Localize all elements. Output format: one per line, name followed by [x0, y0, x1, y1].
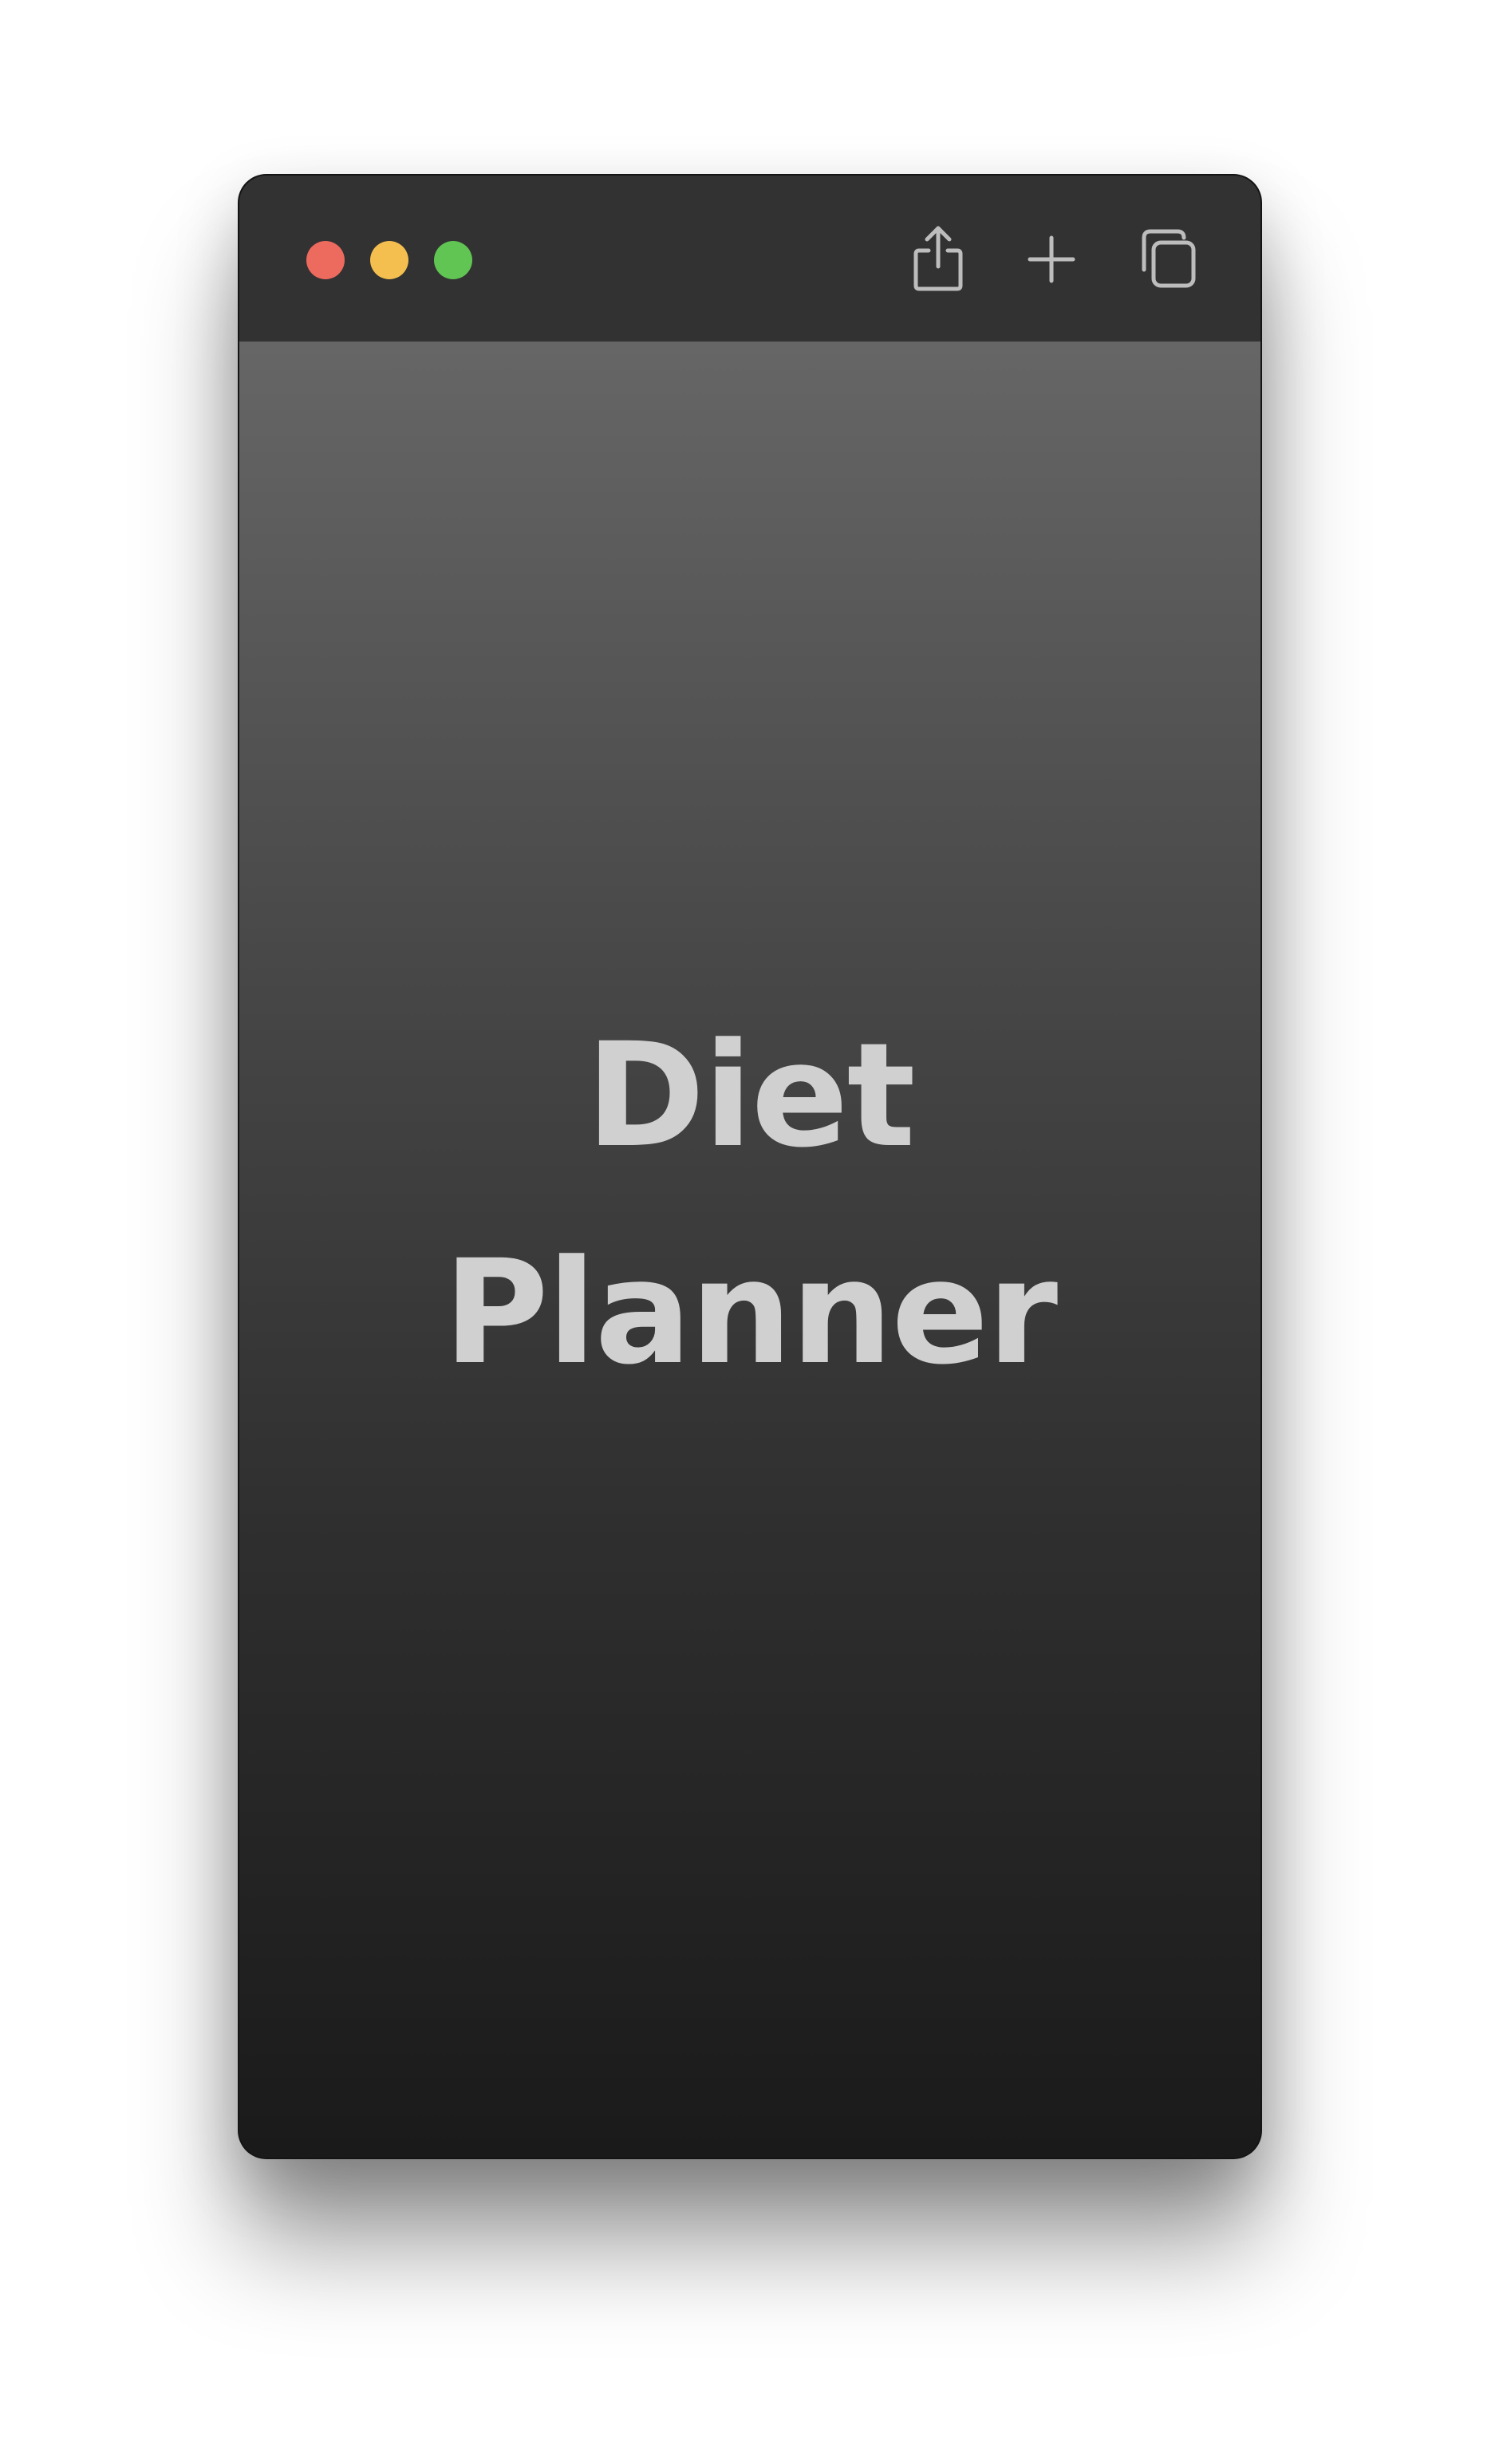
title-line-1: Diet — [586, 1013, 915, 1179]
title-line-2: Planner — [443, 1230, 1058, 1396]
share-icon — [913, 226, 963, 291]
tabs-overview-button[interactable] — [1128, 220, 1205, 297]
app-title: Diet Planner — [239, 988, 1260, 1422]
new-tab-button[interactable] — [1013, 220, 1090, 297]
close-window-button[interactable] — [306, 241, 345, 279]
content-area: Diet Planner — [239, 342, 1260, 2158]
minimize-window-button[interactable] — [370, 241, 408, 279]
plus-icon — [1028, 235, 1075, 283]
tabs-overview-icon — [1142, 229, 1196, 288]
share-button[interactable] — [900, 220, 976, 297]
zoom-window-button[interactable] — [434, 241, 472, 279]
title-bar — [239, 176, 1260, 342]
app-window: Diet Planner — [239, 176, 1260, 2158]
